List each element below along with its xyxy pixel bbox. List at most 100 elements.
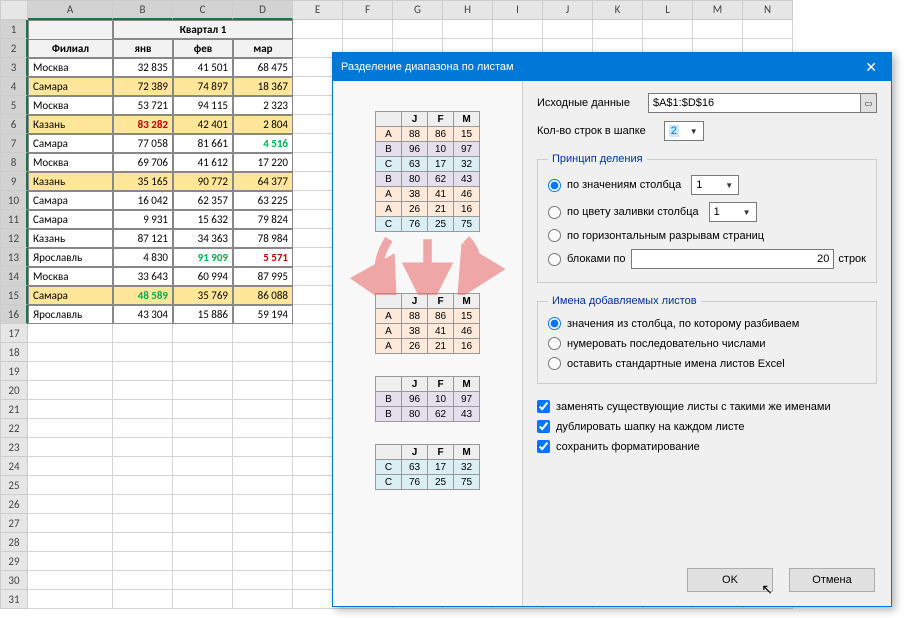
branch-cell[interactable]: Ярославль — [28, 305, 113, 324]
empty-cell[interactable] — [233, 476, 293, 495]
row-header-16[interactable]: 16 — [0, 305, 28, 324]
value-cell[interactable]: 78 984 — [233, 229, 293, 248]
empty-cell[interactable] — [233, 552, 293, 571]
empty-cell[interactable] — [113, 457, 173, 476]
empty-cell[interactable] — [233, 571, 293, 590]
branch-cell[interactable]: Казань — [28, 172, 113, 191]
empty-cell[interactable] — [543, 20, 593, 39]
empty-cell[interactable] — [28, 495, 113, 514]
row-header-2[interactable]: 2 — [0, 39, 28, 58]
empty-cell[interactable] — [113, 381, 173, 400]
row-header-9[interactable]: 9 — [0, 172, 28, 191]
empty-cell[interactable] — [113, 552, 173, 571]
col-header-I[interactable]: I — [493, 0, 543, 20]
row-header-25[interactable]: 25 — [0, 476, 28, 495]
radio-by-color[interactable] — [548, 206, 561, 219]
empty-cell[interactable] — [113, 495, 173, 514]
empty-cell[interactable] — [28, 552, 113, 571]
row-header-21[interactable]: 21 — [0, 400, 28, 419]
value-cell[interactable]: 81 661 — [173, 134, 233, 153]
row-header-22[interactable]: 22 — [0, 419, 28, 438]
empty-cell[interactable] — [173, 495, 233, 514]
row-header-18[interactable]: 18 — [0, 343, 28, 362]
branch-cell[interactable]: Самара — [28, 286, 113, 305]
value-cell[interactable]: 83 282 — [113, 115, 173, 134]
row-header-10[interactable]: 10 — [0, 191, 28, 210]
empty-cell[interactable] — [113, 438, 173, 457]
row-header-11[interactable]: 11 — [0, 210, 28, 229]
empty-cell[interactable] — [173, 590, 233, 609]
row-header-19[interactable]: 19 — [0, 362, 28, 381]
empty-cell[interactable] — [233, 381, 293, 400]
value-cell[interactable]: 43 304 — [113, 305, 173, 324]
col-header-K[interactable]: K — [593, 0, 643, 20]
col-header-F[interactable]: F — [343, 0, 393, 20]
row-header-4[interactable]: 4 — [0, 77, 28, 96]
value-cell[interactable]: 64 377 — [233, 172, 293, 191]
row-header-30[interactable]: 30 — [0, 571, 28, 590]
empty-cell[interactable] — [113, 476, 173, 495]
branch-cell[interactable]: Самара — [28, 77, 113, 96]
cancel-button[interactable]: Отмена — [789, 568, 875, 592]
col-header-C[interactable]: C — [173, 0, 233, 20]
col-header-G[interactable]: G — [393, 0, 443, 20]
value-cell[interactable]: 15 886 — [173, 305, 233, 324]
row-header-24[interactable]: 24 — [0, 457, 28, 476]
row-header-5[interactable]: 5 — [0, 96, 28, 115]
select-all-cell[interactable] — [0, 0, 28, 20]
value-cell[interactable]: 32 835 — [113, 58, 173, 77]
branch-cell[interactable]: Казань — [28, 229, 113, 248]
radio-by-blocks[interactable] — [548, 253, 561, 266]
col-header-D[interactable]: D — [233, 0, 293, 20]
row-header-13[interactable]: 13 — [0, 248, 28, 267]
empty-cell[interactable] — [28, 476, 113, 495]
empty-cell[interactable] — [28, 324, 113, 343]
value-cell[interactable]: 4 516 — [233, 134, 293, 153]
value-cell[interactable]: 33 643 — [113, 267, 173, 286]
branch-cell[interactable]: Москва — [28, 153, 113, 172]
empty-cell[interactable] — [28, 343, 113, 362]
value-cell[interactable]: 72 389 — [113, 77, 173, 96]
value-cell[interactable]: 87 995 — [233, 267, 293, 286]
radio-name-from-column[interactable] — [548, 317, 561, 330]
empty-cell[interactable] — [113, 362, 173, 381]
value-cell[interactable]: 2 323 — [233, 96, 293, 115]
header-month[interactable]: янв — [113, 39, 173, 58]
empty-cell[interactable] — [113, 419, 173, 438]
ok-button[interactable]: OK — [687, 568, 773, 592]
empty-cell[interactable] — [28, 438, 113, 457]
row-header-7[interactable]: 7 — [0, 134, 28, 153]
empty-cell[interactable] — [233, 533, 293, 552]
header-month[interactable]: мар — [233, 39, 293, 58]
empty-cell[interactable] — [113, 533, 173, 552]
row-header-27[interactable]: 27 — [0, 514, 28, 533]
empty-cell[interactable] — [233, 457, 293, 476]
block-size-input[interactable] — [631, 249, 834, 269]
row-header-3[interactable]: 3 — [0, 58, 28, 77]
value-cell[interactable]: 34 363 — [173, 229, 233, 248]
value-cell[interactable]: 18 367 — [233, 77, 293, 96]
value-cell[interactable]: 17 220 — [233, 153, 293, 172]
empty-cell[interactable] — [173, 324, 233, 343]
empty-cell[interactable] — [173, 533, 233, 552]
value-cell[interactable]: 53 721 — [113, 96, 173, 115]
header-rows-combo[interactable]: 2 ▼ — [664, 121, 704, 141]
check-duplicate-header[interactable] — [537, 420, 550, 433]
empty-cell[interactable] — [28, 571, 113, 590]
range-picker-button[interactable]: ▭ — [861, 93, 877, 113]
close-icon[interactable]: ✕ — [859, 59, 883, 76]
empty-cell[interactable] — [233, 400, 293, 419]
empty-cell[interactable] — [173, 476, 233, 495]
value-cell[interactable]: 48 589 — [113, 286, 173, 305]
source-range-input[interactable] — [648, 93, 861, 113]
value-cell[interactable]: 62 357 — [173, 191, 233, 210]
col-header-L[interactable]: L — [643, 0, 693, 20]
value-cell[interactable]: 41 501 — [173, 58, 233, 77]
value-cell[interactable]: 59 194 — [233, 305, 293, 324]
value-cell[interactable]: 69 706 — [113, 153, 173, 172]
empty-cell[interactable] — [173, 419, 233, 438]
value-cell[interactable]: 79 824 — [233, 210, 293, 229]
empty-cell[interactable] — [443, 20, 493, 39]
empty-cell[interactable] — [173, 457, 233, 476]
value-cell[interactable]: 41 612 — [173, 153, 233, 172]
